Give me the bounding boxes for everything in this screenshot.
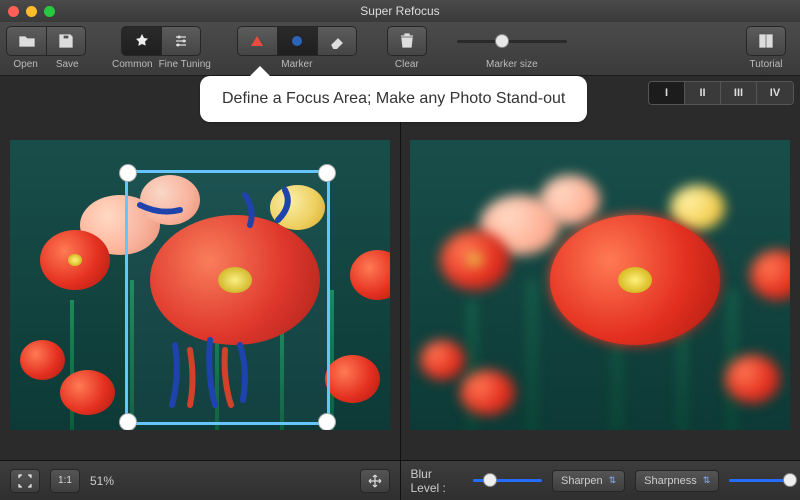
sharpen-dropdown[interactable]: Sharpen ⇅: [552, 470, 625, 492]
view-mode-2[interactable]: II: [685, 82, 721, 104]
source-controls: 1:1 51%: [0, 461, 401, 500]
sharpness-value: Sharpness: [644, 475, 697, 487]
sharpness-dropdown[interactable]: Sharpness ⇅: [635, 470, 719, 492]
window-controls: [0, 6, 55, 17]
floppy-icon: [57, 32, 75, 50]
tutorial-button[interactable]: [746, 26, 786, 56]
fit-icon: [18, 474, 32, 488]
circle-blue-icon: [290, 34, 304, 48]
clear-label: Clear: [395, 59, 419, 70]
zoom-icon[interactable]: [44, 6, 55, 17]
marker-background-button[interactable]: [277, 26, 317, 56]
mode-fine-tuning-button[interactable]: [161, 26, 201, 56]
sharpness-slider[interactable]: [729, 466, 790, 496]
focus-selection[interactable]: [125, 170, 330, 425]
onboarding-tooltip: Define a Focus Area; Make any Photo Stan…: [200, 76, 587, 122]
clear-button[interactable]: [387, 26, 427, 56]
preview-controls: Blur Level : Sharpen ⇅ Sharpness ⇅: [401, 461, 800, 500]
tooltip-text: Define a Focus Area; Make any Photo Stan…: [222, 90, 565, 107]
star-icon: [134, 33, 150, 49]
bottom-bar: 1:1 51% Blur Level : Sharpen ⇅ Sharpness…: [0, 460, 800, 500]
view-mode-1[interactable]: I: [649, 82, 685, 104]
main-toolbar: Open Save Common Fine Tuning: [0, 22, 800, 76]
source-image: [10, 140, 390, 430]
close-icon[interactable]: [8, 6, 19, 17]
handle-tr[interactable]: [318, 164, 336, 182]
handle-tl[interactable]: [119, 164, 137, 182]
source-canvas[interactable]: [0, 110, 400, 460]
workspace: I II III IV: [0, 76, 800, 460]
triangle-red-icon: [250, 34, 264, 48]
one-to-one-button[interactable]: 1:1: [50, 469, 80, 493]
zoom-value: 51%: [90, 474, 114, 488]
title-bar: Super Refocus: [0, 0, 800, 22]
save-label: Save: [56, 59, 79, 70]
handle-bl[interactable]: [119, 413, 137, 430]
eraser-icon: [329, 33, 345, 49]
open-label: Open: [13, 59, 37, 70]
handle-br[interactable]: [318, 413, 336, 430]
view-mode-segmented[interactable]: I II III IV: [648, 81, 794, 105]
preview-image: [410, 140, 790, 430]
pan-button[interactable]: [360, 469, 390, 493]
window-title: Super Refocus: [0, 4, 800, 18]
preview-pane: I II III IV: [401, 76, 800, 460]
book-icon: [757, 32, 775, 50]
folder-open-icon: [18, 32, 36, 50]
marker-size-label: Marker size: [486, 59, 538, 70]
blur-label: Blur Level :: [411, 467, 463, 495]
marker-label: Marker: [281, 59, 312, 70]
open-button[interactable]: [6, 26, 46, 56]
chevron-updown-icon: ⇅: [703, 475, 711, 486]
blur-slider[interactable]: [473, 466, 542, 496]
source-pane: [0, 76, 401, 460]
marker-foreground-button[interactable]: [237, 26, 277, 56]
mode-common-label: Common: [112, 59, 153, 70]
mode-fine-tuning-label: Fine Tuning: [159, 59, 211, 70]
marker-erase-button[interactable]: [317, 26, 357, 56]
save-button[interactable]: [46, 26, 86, 56]
sharpen-value: Sharpen: [561, 475, 603, 487]
sliders-icon: [173, 33, 189, 49]
move-icon: [368, 474, 382, 488]
view-mode-3[interactable]: III: [721, 82, 757, 104]
chevron-updown-icon: ⇅: [609, 475, 617, 486]
preview-canvas[interactable]: [401, 110, 800, 460]
mode-common-button[interactable]: [121, 26, 161, 56]
trash-icon: [398, 32, 416, 50]
tutorial-label: Tutorial: [750, 59, 783, 70]
minimize-icon[interactable]: [26, 6, 37, 17]
marker-size-slider[interactable]: [457, 26, 567, 56]
fit-screen-button[interactable]: [10, 469, 40, 493]
view-mode-4[interactable]: IV: [757, 82, 793, 104]
